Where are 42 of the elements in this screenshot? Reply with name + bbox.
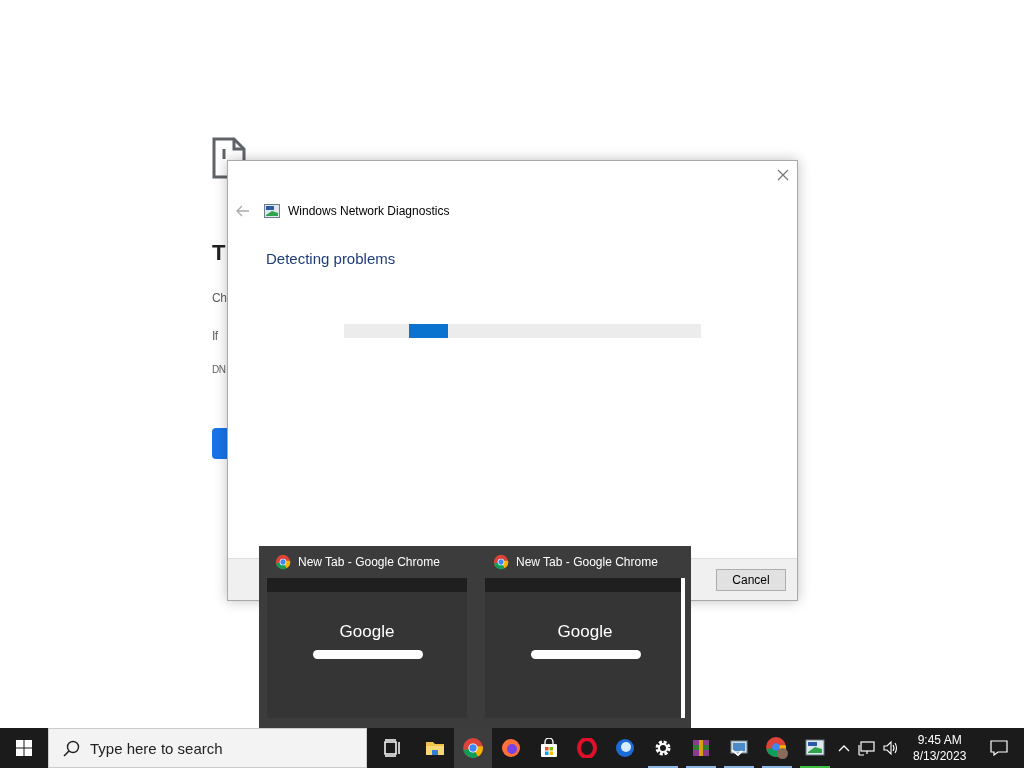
opera-icon: [577, 738, 597, 758]
speaker-icon[interactable]: [883, 741, 899, 755]
notification-icon[interactable]: [990, 740, 1009, 756]
bird-icon: [615, 738, 635, 758]
cancel-button[interactable]: Cancel: [716, 568, 786, 591]
network-diagnostics-icon: [805, 738, 825, 758]
taskbar-button[interactable]: [454, 728, 492, 768]
running-indicator: [762, 766, 792, 768]
window-preview[interactable]: Google: [267, 578, 467, 718]
clock[interactable]: 9:45 AM 8/13/2023: [913, 732, 967, 764]
firefox-icon: [501, 738, 521, 758]
preview-logo: Google: [338, 622, 396, 642]
network-diagnostics-icon: [264, 204, 280, 218]
chrome-icon: [462, 737, 484, 759]
archive-icon: [691, 738, 711, 758]
preview-logo: Google: [556, 622, 614, 642]
error-text: If: [212, 328, 219, 344]
network-icon[interactable]: [858, 740, 875, 756]
error-text: Ch: [212, 290, 227, 306]
running-indicator: [686, 766, 716, 768]
running-indicator: [800, 766, 830, 768]
chrome-icon: [765, 736, 789, 760]
error-text: DN: [212, 363, 227, 377]
running-indicator: [724, 766, 754, 768]
search-field[interactable]: Type here to search: [48, 728, 367, 768]
close-icon[interactable]: [777, 169, 789, 181]
window-preview[interactable]: Google: [485, 578, 685, 718]
monitor-icon: [729, 738, 749, 758]
running-indicator: [648, 766, 678, 768]
status-heading: Detecting problems: [266, 250, 397, 267]
chevron-up-icon[interactable]: [838, 744, 850, 752]
task-view-icon: [381, 738, 402, 758]
thumbnail-title: New Tab - Google Chrome: [516, 555, 658, 569]
chrome-icon: [275, 554, 291, 570]
windows-logo-icon[interactable]: [16, 740, 32, 756]
error-title: T: [212, 239, 227, 267]
dialog-title: Windows Network Diagnostics: [288, 204, 450, 218]
store-icon: [539, 738, 559, 758]
settings-icon: [653, 738, 673, 758]
thumbnail-title: New Tab - Google Chrome: [298, 555, 440, 569]
search-icon: [63, 739, 80, 757]
chrome-icon: [493, 554, 509, 570]
